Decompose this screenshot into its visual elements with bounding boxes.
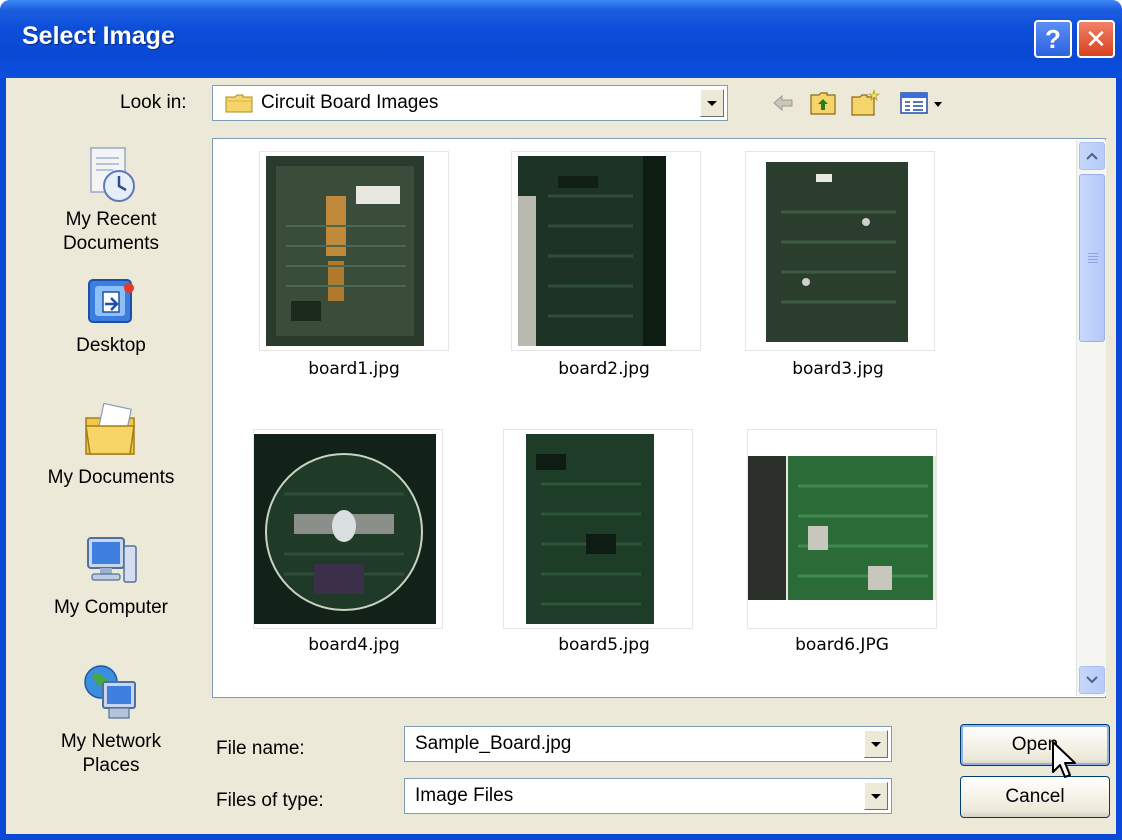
place-label: My Network Places — [60, 731, 162, 776]
cancel-button-label: Cancel — [1005, 786, 1065, 807]
file-thumbnail-board5[interactable] — [503, 429, 693, 629]
image-thumbnail — [766, 162, 908, 342]
place-label: My Computer — [53, 597, 169, 618]
open-button[interactable]: Open — [960, 724, 1110, 766]
my-documents-icon — [85, 402, 135, 455]
chevron-down-icon — [707, 100, 717, 106]
up-folder-icon[interactable] — [808, 88, 838, 118]
mouse-cursor-icon — [1052, 741, 1076, 778]
chevron-down-icon — [871, 741, 881, 747]
scroll-up-button[interactable] — [1079, 142, 1105, 170]
image-thumbnail — [526, 434, 654, 624]
file-type-dropdown[interactable]: Image Files — [404, 778, 892, 814]
file-type-field-label: Files of type: — [216, 790, 324, 811]
title-bar[interactable]: Select Image ? ✕ — [0, 0, 1122, 78]
file-name-dropdown-button[interactable] — [864, 730, 888, 758]
my-computer-icon — [87, 537, 137, 583]
recent-documents-icon — [90, 147, 135, 202]
help-button[interactable]: ? — [1034, 20, 1072, 58]
close-button[interactable]: ✕ — [1077, 20, 1115, 58]
place-my-documents[interactable]: My Documents — [6, 400, 216, 490]
file-name-value[interactable]: Sample_Board.jpg — [415, 733, 571, 755]
folder-icon — [225, 94, 253, 113]
help-icon: ? — [1045, 23, 1061, 54]
file-name-label[interactable]: board6.JPG — [717, 635, 967, 655]
vertical-scrollbar[interactable] — [1076, 140, 1106, 696]
cancel-button[interactable]: Cancel — [960, 776, 1110, 818]
file-name-input[interactable]: Sample_Board.jpg — [404, 726, 892, 762]
new-folder-icon[interactable] — [850, 88, 880, 118]
image-thumbnail — [254, 434, 436, 624]
network-places-icon — [84, 665, 136, 719]
file-thumbnail-board6[interactable] — [747, 429, 937, 629]
view-menu-icon[interactable] — [898, 88, 948, 118]
scrollbar-thumb[interactable] — [1079, 174, 1105, 342]
file-list[interactable]: board1.jpg board2.jpg board3.jpg board4.… — [212, 138, 1106, 698]
file-type-dropdown-button[interactable] — [864, 782, 888, 810]
chevron-down-icon — [871, 793, 881, 799]
place-my-network-places[interactable]: My Network Places — [6, 660, 216, 778]
select-image-dialog: Select Image ? ✕ Look in: Circuit Board … — [0, 0, 1122, 840]
look-in-dropdown-button[interactable] — [700, 89, 724, 117]
back-arrow-icon[interactable] — [768, 88, 798, 118]
look-in-value: Circuit Board Images — [261, 92, 439, 113]
place-label: Desktop — [76, 335, 146, 356]
file-name-label[interactable]: board1.jpg — [229, 359, 479, 379]
close-icon: ✕ — [1085, 23, 1107, 54]
window-title: Select Image — [22, 22, 175, 50]
file-name-label[interactable]: board3.jpg — [713, 359, 963, 379]
image-thumbnail — [518, 156, 666, 346]
look-in-label: Look in: — [120, 92, 187, 113]
file-name-label[interactable]: board4.jpg — [229, 635, 479, 655]
chevron-up-icon — [1086, 152, 1098, 160]
place-my-recent-documents[interactable]: My Recent Documents — [6, 144, 216, 256]
scroll-down-button[interactable] — [1079, 666, 1105, 694]
file-name-label[interactable]: board5.jpg — [479, 635, 729, 655]
file-thumbnail-board3[interactable] — [745, 151, 935, 351]
look-in-dropdown[interactable]: Circuit Board Images — [212, 85, 728, 121]
image-thumbnail — [748, 456, 936, 600]
file-name-label[interactable]: board2.jpg — [479, 359, 729, 379]
desktop-icon — [88, 279, 134, 323]
image-thumbnail — [266, 156, 424, 346]
file-thumbnail-board1[interactable] — [259, 151, 449, 351]
place-label: My Documents — [47, 467, 175, 488]
chevron-down-icon — [1086, 676, 1098, 684]
place-desktop[interactable]: Desktop — [6, 274, 216, 358]
file-thumbnail-board2[interactable] — [511, 151, 701, 351]
file-thumbnail-board4[interactable] — [253, 429, 443, 629]
file-name-field-label: File name: — [216, 738, 305, 759]
file-type-value: Image Files — [415, 785, 514, 806]
places-bar: My Recent Documents Desktop My Documents — [6, 138, 206, 834]
place-label: My Recent Documents — [62, 209, 160, 254]
place-my-computer[interactable]: My Computer — [6, 530, 216, 620]
